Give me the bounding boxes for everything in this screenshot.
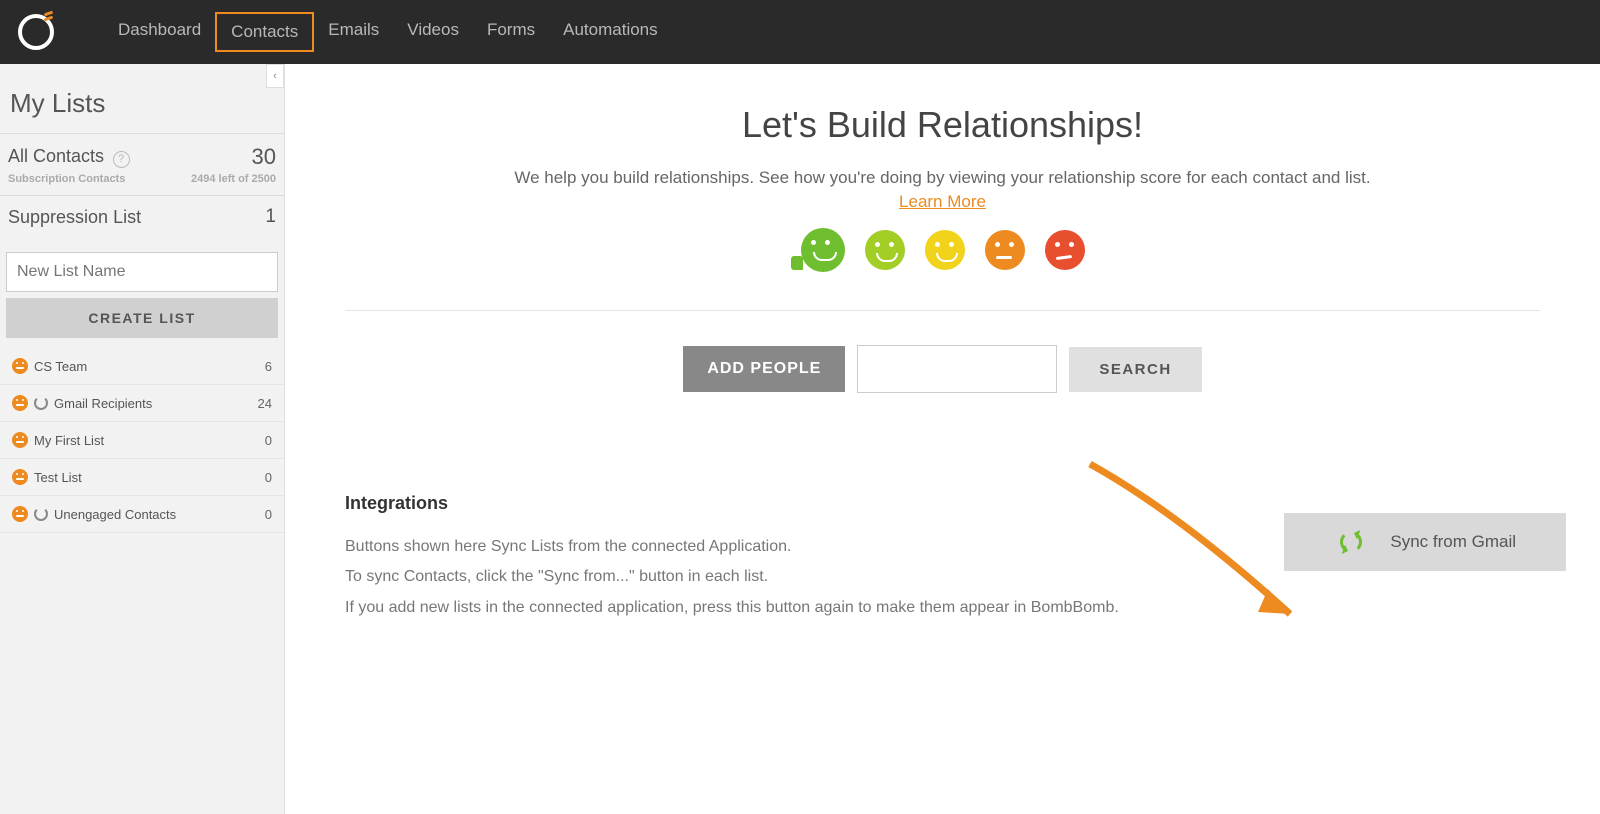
- nav-item-contacts[interactable]: Contacts: [215, 12, 314, 52]
- list-item[interactable]: Unengaged Contacts0: [0, 496, 284, 533]
- sidebar: ‹ My Lists All Contacts ? 30 Subscriptio…: [0, 64, 285, 814]
- face-icon-meh[interactable]: [985, 230, 1025, 270]
- suppression-count: 1: [265, 206, 276, 228]
- list-item-count: 0: [265, 507, 272, 522]
- face-icon-good[interactable]: [865, 230, 905, 270]
- nav-item-dashboard[interactable]: Dashboard: [104, 12, 215, 52]
- list-item-label: Unengaged Contacts: [54, 507, 265, 522]
- navbar: DashboardContactsEmailsVideosFormsAutoma…: [0, 0, 1600, 64]
- face-icon-great[interactable]: [801, 228, 845, 272]
- face-icon: [12, 469, 28, 485]
- face-icon: [12, 358, 28, 374]
- divider: [345, 310, 1540, 311]
- all-contacts-label: All Contacts: [8, 146, 104, 166]
- list-item-label: CS Team: [34, 359, 265, 374]
- list-item-count: 6: [265, 359, 272, 374]
- sidebar-title: My Lists: [0, 64, 284, 133]
- sync-button-label: Sync from Gmail: [1390, 532, 1516, 552]
- subscription-contacts-label: Subscription Contacts: [8, 173, 125, 185]
- add-people-button[interactable]: ADD PEOPLE: [683, 346, 845, 392]
- create-list-button[interactable]: CREATE LIST: [6, 298, 278, 338]
- sync-from-gmail-button[interactable]: Sync from Gmail: [1284, 513, 1566, 571]
- list-item-count: 0: [265, 433, 272, 448]
- nav-items: DashboardContactsEmailsVideosFormsAutoma…: [104, 12, 672, 52]
- integrations-title: Integrations: [345, 493, 1540, 514]
- all-contacts-count: 30: [252, 144, 276, 170]
- suppression-list-block[interactable]: Suppression List 1: [0, 195, 284, 238]
- nav-item-emails[interactable]: Emails: [314, 12, 393, 52]
- collapse-sidebar-button[interactable]: ‹: [266, 64, 284, 88]
- list-item[interactable]: Test List0: [0, 459, 284, 496]
- integrations-section: Integrations Buttons shown here Sync Lis…: [345, 493, 1540, 623]
- list-item[interactable]: Gmail Recipients24: [0, 385, 284, 422]
- search-row: ADD PEOPLE SEARCH: [345, 345, 1540, 393]
- all-contacts-block[interactable]: All Contacts ? 30 Subscription Contacts …: [0, 133, 284, 195]
- spinner-icon: [34, 507, 48, 521]
- list-items: CS Team6Gmail Recipients24My First List0…: [0, 348, 284, 533]
- thumbs-up-icon: [791, 256, 803, 270]
- search-input[interactable]: [857, 345, 1057, 393]
- hero-title: Let's Build Relationships!: [345, 104, 1540, 146]
- face-icon: [12, 506, 28, 522]
- list-item-label: Test List: [34, 470, 265, 485]
- sync-icon: [1340, 531, 1362, 553]
- new-list-input[interactable]: [6, 252, 278, 292]
- list-item-label: Gmail Recipients: [54, 396, 258, 411]
- learn-more-link[interactable]: Learn More: [345, 192, 1540, 212]
- suppression-label: Suppression List: [8, 207, 141, 228]
- nav-item-automations[interactable]: Automations: [549, 12, 672, 52]
- face-icon-ok[interactable]: [925, 230, 965, 270]
- integrations-line3: If you add new lists in the connected ap…: [345, 593, 1540, 623]
- list-item-count: 24: [258, 396, 272, 411]
- face-icon: [12, 432, 28, 448]
- main-content: Let's Build Relationships! We help you b…: [285, 64, 1600, 814]
- face-icon: [12, 395, 28, 411]
- list-item-label: My First List: [34, 433, 265, 448]
- nav-item-forms[interactable]: Forms: [473, 12, 549, 52]
- contacts-remaining: 2494 left of 2500: [191, 173, 276, 185]
- face-icon-bad[interactable]: [1045, 230, 1085, 270]
- nav-item-videos[interactable]: Videos: [393, 12, 473, 52]
- list-item[interactable]: CS Team6: [0, 348, 284, 385]
- list-item[interactable]: My First List0: [0, 422, 284, 459]
- search-button[interactable]: SEARCH: [1069, 347, 1201, 392]
- hero-subtitle: We help you build relationships. See how…: [345, 168, 1540, 188]
- logo-icon[interactable]: [18, 14, 54, 50]
- help-icon[interactable]: ?: [113, 151, 130, 168]
- list-item-count: 0: [265, 470, 272, 485]
- relationship-score-faces: [345, 228, 1540, 272]
- spinner-icon: [34, 396, 48, 410]
